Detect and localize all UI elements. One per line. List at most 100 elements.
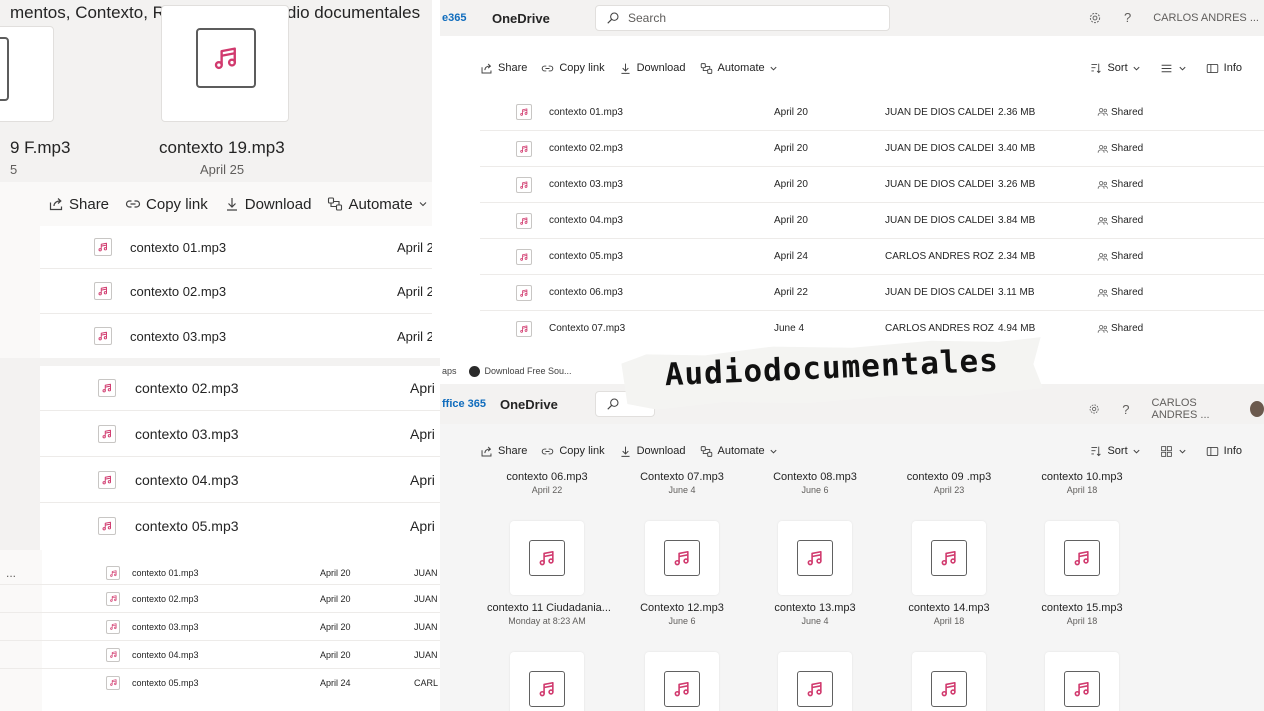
music-note-icon: [94, 238, 112, 256]
file-tile[interactable]: [1045, 652, 1119, 711]
music-note-icon: [516, 140, 532, 157]
download-button[interactable]: Download: [224, 196, 311, 213]
music-note-icon: [98, 470, 116, 489]
table-row[interactable]: contexto 04.mp3 April 20 JUAN: [0, 640, 444, 668]
table-row[interactable]: contexto 03.mp3 April 2(: [40, 313, 432, 358]
music-note-icon: [529, 671, 565, 707]
table-row[interactable]: contexto 05.mp3 Apri: [40, 502, 440, 548]
grid-item-caption[interactable]: contexto 06.mp3 April 22: [487, 471, 607, 495]
automate-icon: [327, 196, 343, 212]
sort-button[interactable]: Sort: [1089, 62, 1145, 75]
gear-icon[interactable]: [1088, 402, 1100, 416]
search-input[interactable]: Search: [628, 11, 666, 25]
file-tile[interactable]: [510, 652, 584, 711]
table-row[interactable]: contexto 02.mp3 April 20 JUAN: [0, 584, 444, 612]
user-name[interactable]: CARLOS ANDRES ...: [1151, 397, 1244, 421]
view-switch-button[interactable]: [1160, 445, 1192, 458]
music-note-icon: [98, 379, 116, 397]
music-note-icon: [106, 675, 120, 690]
table-row[interactable]: contexto 03.mp3 Apri: [40, 410, 440, 456]
file-tile[interactable]: [778, 652, 852, 711]
table-row[interactable]: Contexto 07.mp3 June 4 CARLOS ANDRES ROZ…: [480, 310, 1264, 346]
copy-link-button[interactable]: Copy link: [125, 196, 208, 213]
grid-item-caption[interactable]: Contexto 08.mp3 June 6: [755, 471, 875, 495]
table-row[interactable]: contexto 03.mp3 April 20 JUAN DE DIOS CA…: [480, 166, 1264, 202]
file-name: contexto 01.mp3: [130, 239, 227, 255]
help-icon[interactable]: ?: [1122, 402, 1129, 417]
music-note-icon: [516, 104, 532, 120]
info-button[interactable]: Info: [1206, 62, 1242, 75]
search-box[interactable]: Search: [595, 5, 890, 31]
table-row[interactable]: contexto 05.mp3 April 24 CARLOS ANDRES R…: [480, 238, 1264, 274]
grid-item-caption[interactable]: contexto 11 Ciudadania... Monday at 8:23 …: [487, 602, 611, 626]
table-row[interactable]: contexto 06.mp3 April 22 JUAN DE DIOS CA…: [480, 274, 1264, 310]
file-tile[interactable]: [912, 652, 986, 711]
table-row[interactable]: contexto 03.mp3 April 20 JUAN: [0, 612, 444, 640]
chevron-down-icon: [418, 199, 428, 209]
file-date: Apri: [410, 471, 435, 488]
file-list: contexto 01.mp3 April 20 JUAN DE DIOS CA…: [480, 94, 1264, 358]
info-button[interactable]: Info: [1206, 445, 1242, 458]
grid-item-caption[interactable]: contexto 15.mp3 April 18: [1022, 602, 1142, 626]
file-name: Contexto 07.mp3: [549, 323, 626, 334]
table-row[interactable]: contexto 04.mp3 April 20 JUAN DE DIOS CA…: [480, 202, 1264, 238]
file-tile[interactable]: [510, 521, 584, 595]
view-switch-button[interactable]: [1160, 62, 1192, 75]
grid-item-caption[interactable]: contexto 13.mp3 June 4: [755, 602, 875, 626]
table-row[interactable]: contexto 05.mp3 April 24 CARL: [0, 668, 444, 696]
file-tile[interactable]: [778, 521, 852, 595]
sort-button[interactable]: Sort: [1089, 445, 1145, 458]
music-note-icon: [797, 540, 833, 576]
bookmark-apps[interactable]: aps: [442, 366, 457, 376]
file-tile[interactable]: [912, 521, 986, 595]
share-button[interactable]: Share: [480, 62, 527, 75]
app-title[interactable]: OneDrive: [500, 397, 558, 412]
help-icon[interactable]: ?: [1124, 10, 1131, 25]
office-brand[interactable]: ffice 365: [442, 398, 486, 410]
table-row[interactable]: contexto 01.mp3 April 20 JUAN DE DIOS CA…: [480, 94, 1264, 130]
grid-item-caption[interactable]: contexto 10.mp3 April 18: [1022, 471, 1142, 495]
file-tile[interactable]: [645, 652, 719, 711]
app-title[interactable]: OneDrive: [492, 11, 550, 26]
avatar[interactable]: [1250, 401, 1264, 417]
table-row[interactable]: contexto 04.mp3 Apri: [40, 456, 440, 502]
copy-link-button[interactable]: Copy link: [541, 445, 605, 458]
file-owner: JUAN DE DIOS CALDEI: [885, 287, 994, 298]
file-tile-contexto-20[interactable]: [0, 26, 54, 122]
download-button[interactable]: Download: [619, 62, 686, 75]
file-owner: CARLOS ANDRES ROZ: [885, 323, 994, 334]
copy-link-button[interactable]: Copy link: [541, 62, 605, 75]
download-button[interactable]: Download: [619, 445, 686, 458]
table-row[interactable]: contexto 02.mp3 April 20 JUAN DE DIOS CA…: [480, 130, 1264, 166]
people-icon: [1097, 106, 1109, 118]
file-tile[interactable]: [1045, 521, 1119, 595]
grid-item-caption[interactable]: contexto 09 .mp3 April 23: [889, 471, 1009, 495]
grid-item-caption[interactable]: Contexto 07.mp3 June 4: [622, 471, 742, 495]
file-tile-contexto-19[interactable]: [161, 5, 289, 122]
info-pane-icon: [1206, 62, 1219, 75]
sort-icon: [1089, 445, 1102, 458]
share-button[interactable]: Share: [480, 445, 527, 458]
grid-item-caption[interactable]: contexto 14.mp3 April 18: [889, 602, 1009, 626]
table-row[interactable]: contexto 01.mp3 April 2(: [40, 226, 432, 268]
automate-button[interactable]: Automate: [327, 196, 432, 213]
table-row[interactable]: contexto 01.mp3 April 20 JUAN: [0, 562, 444, 584]
automate-button[interactable]: Automate: [700, 445, 783, 458]
chevron-down-icon: [769, 447, 778, 456]
music-note-icon: [106, 619, 120, 634]
share-button[interactable]: Share: [48, 196, 109, 213]
table-row[interactable]: contexto 02.mp3 Apri: [40, 366, 440, 410]
bookmark-download-free-sounds[interactable]: Download Free Sou...: [485, 366, 572, 376]
automate-button[interactable]: Automate: [700, 62, 783, 75]
music-note-icon: [931, 540, 967, 576]
file-tile[interactable]: [645, 521, 719, 595]
file-owner: JUAN: [414, 593, 438, 604]
download-icon: [619, 62, 632, 75]
sharing-status: Shared: [1097, 251, 1143, 263]
grid-item-caption[interactable]: Contexto 12.mp3 June 6: [622, 602, 742, 626]
office-brand[interactable]: e365: [442, 12, 466, 24]
user-name[interactable]: CARLOS ANDRES ...: [1153, 12, 1259, 24]
table-row[interactable]: contexto 02.mp3 April 2(: [40, 268, 432, 313]
zoomed-list-panel-2: contexto 02.mp3 Apri contexto 03.mp3 Apr…: [0, 358, 440, 550]
gear-icon[interactable]: [1088, 11, 1102, 25]
